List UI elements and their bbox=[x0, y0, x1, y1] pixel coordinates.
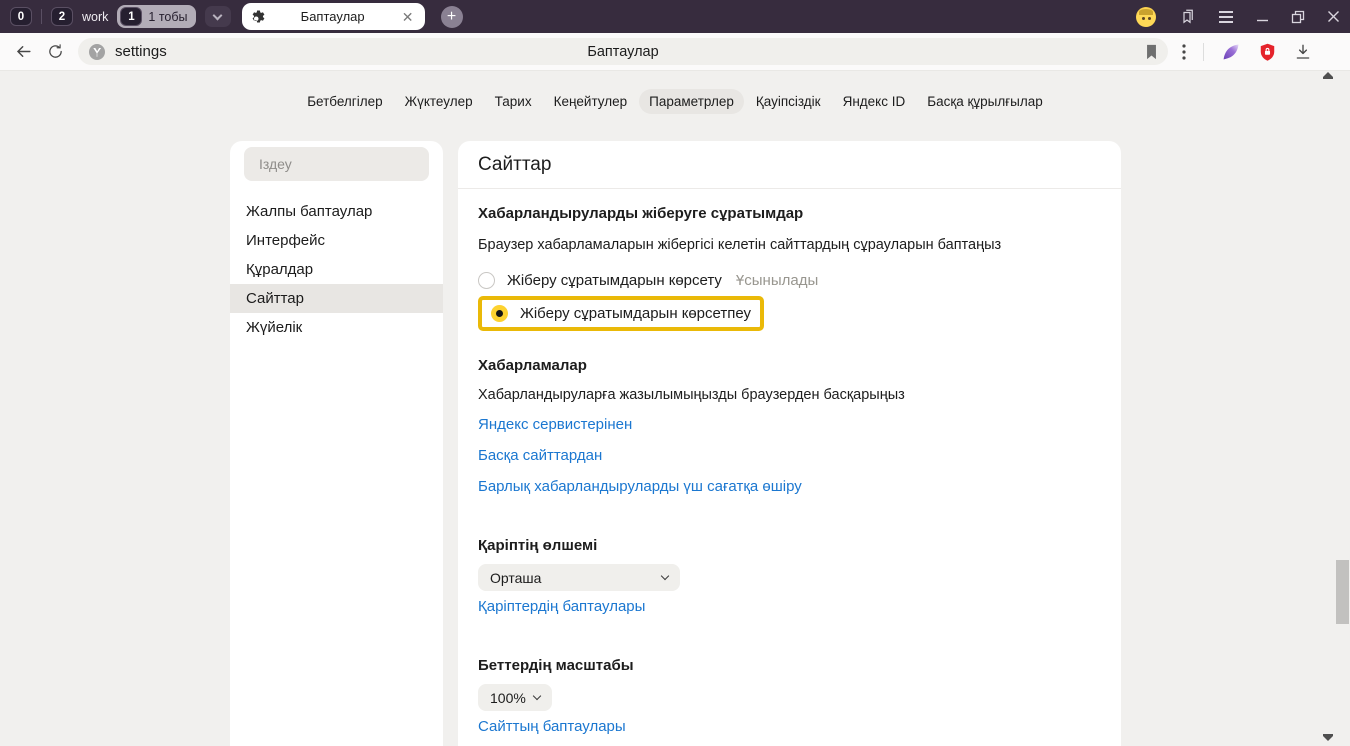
nav-tab-other-devices[interactable]: Басқа құрылғылар bbox=[917, 89, 1053, 114]
download-icon[interactable] bbox=[1294, 43, 1312, 61]
radio-show-label[interactable]: Жіберу сұратымдарын көрсету bbox=[507, 272, 722, 289]
nav-tab-history[interactable]: Тарих bbox=[485, 89, 542, 114]
radio-selected-icon[interactable] bbox=[491, 305, 508, 322]
font-size-select[interactable]: Орташа bbox=[478, 564, 680, 591]
toolbar-divider bbox=[1203, 43, 1204, 61]
chevron-down-icon bbox=[213, 10, 223, 20]
site-favicon bbox=[88, 43, 106, 61]
settings-nav: Бетбелгілер Жүктеулер Тарих Кеңейтулер П… bbox=[0, 89, 1350, 114]
bookmark-icon[interactable] bbox=[1144, 44, 1159, 60]
active-group-label: 1 тобы bbox=[148, 10, 187, 24]
scroll-down-arrow[interactable] bbox=[1323, 736, 1333, 741]
font-size-value: Орташа bbox=[490, 570, 541, 586]
active-group-count: 1 bbox=[120, 7, 142, 26]
chevron-down-icon bbox=[661, 572, 669, 580]
link-mute-all-3h[interactable]: Барлық хабарландыруларды үш сағатқа өшір… bbox=[478, 477, 802, 497]
sidebar-item-tools[interactable]: Құралдар bbox=[230, 255, 443, 284]
close-window-button[interactable] bbox=[1327, 10, 1340, 23]
menu-icon[interactable] bbox=[1218, 10, 1234, 24]
link-site-settings[interactable]: Сайттың баптаулары bbox=[478, 717, 626, 737]
radio-option-show-requests[interactable]: Жіберу сұратымдарын көрсету Ұсынылады bbox=[478, 270, 1101, 290]
profile-avatar[interactable] bbox=[1136, 7, 1156, 27]
address-bar[interactable]: settings Баптаулар bbox=[78, 38, 1168, 65]
tab-group-dropdown-button[interactable] bbox=[205, 6, 231, 27]
settings-content: Сайттар Хабарландыруларды жіберуге сұрат… bbox=[458, 141, 1121, 746]
font-size-heading: Қаріптің өлшемі bbox=[478, 537, 1101, 555]
sidebar-list: Жалпы баптаулар Интерфейс Құралдар Сайтт… bbox=[230, 197, 443, 342]
tab-group-work-label[interactable]: work bbox=[82, 10, 108, 24]
link-other-sites[interactable]: Басқа сайттардан bbox=[478, 446, 602, 466]
nav-tab-settings[interactable]: Параметрлер bbox=[639, 89, 744, 114]
new-tab-button[interactable]: + bbox=[441, 6, 463, 28]
active-tab-group[interactable]: 1 1 тобы bbox=[117, 5, 195, 28]
scrollbar-thumb[interactable] bbox=[1336, 560, 1349, 624]
protect-shield-icon[interactable] bbox=[1258, 42, 1277, 62]
nav-tab-bookmarks[interactable]: Бетбелгілер bbox=[297, 89, 392, 114]
toolbar: settings Баптаулар bbox=[0, 33, 1350, 71]
settings-sidebar: Жалпы баптаулар Интерфейс Құралдар Сайтт… bbox=[230, 141, 443, 746]
minimize-button[interactable] bbox=[1256, 10, 1269, 23]
tab-title: Баптаулар bbox=[266, 9, 400, 24]
highlight-annotation-box: Жіберу сұратымдарын көрсетпеу bbox=[478, 296, 764, 331]
nav-tab-security[interactable]: Қауіпсіздік bbox=[746, 89, 831, 114]
search-input[interactable] bbox=[257, 155, 416, 173]
tab-group-separator bbox=[41, 9, 42, 24]
browser-window: 0 2 work 1 1 тобы Баптаулар ✕ + bbox=[0, 0, 1350, 746]
notifications-description: Хабарландыруларға жазылымыңызды браузерд… bbox=[478, 386, 1101, 404]
more-options-icon[interactable] bbox=[1182, 44, 1186, 60]
sidebar-search[interactable] bbox=[244, 147, 429, 181]
page-zoom-value: 100% bbox=[490, 690, 526, 706]
titlebar: 0 2 work 1 1 тобы Баптаулар ✕ + bbox=[0, 0, 1350, 33]
feather-extension-icon[interactable] bbox=[1221, 42, 1241, 62]
notification-requests-heading: Хабарландыруларды жіберуге сұратымдар bbox=[478, 205, 1101, 223]
tab-groups: 0 2 work 1 1 тобы Баптаулар ✕ + bbox=[10, 3, 463, 30]
content-title: Сайттар bbox=[458, 141, 1121, 189]
page-title-centered: Баптаулар bbox=[78, 44, 1168, 60]
back-icon[interactable] bbox=[14, 42, 33, 61]
url-text: settings bbox=[115, 43, 167, 60]
sidebar-item-sites[interactable]: Сайттар bbox=[230, 284, 443, 313]
tab-close-icon[interactable]: ✕ bbox=[400, 10, 416, 24]
nav-tab-extensions[interactable]: Кеңейтулер bbox=[544, 89, 638, 114]
scroll-up-arrow[interactable] bbox=[1323, 72, 1333, 77]
gear-icon bbox=[251, 9, 266, 24]
radio-hide-label[interactable]: Жіберу сұратымдарын көрсетпеу bbox=[520, 305, 751, 322]
recommended-badge: Ұсынылады bbox=[736, 272, 818, 289]
link-yandex-services[interactable]: Яндекс сервистерінен bbox=[478, 415, 632, 435]
notification-requests-description: Браузер хабарламаларын жібергісі келетін… bbox=[478, 236, 1101, 254]
collections-icon[interactable] bbox=[1178, 8, 1196, 26]
notifications-heading: Хабарламалар bbox=[478, 357, 1101, 375]
titlebar-right bbox=[1136, 7, 1340, 27]
toolbar-actions bbox=[1182, 42, 1312, 62]
radio-unselected-icon[interactable] bbox=[478, 272, 495, 289]
page-zoom-heading: Беттердің масштабы bbox=[478, 657, 1101, 675]
tab-group-0[interactable]: 0 bbox=[10, 7, 32, 26]
link-font-settings[interactable]: Қаріптердің баптаулары bbox=[478, 597, 645, 617]
tab-group-work-count[interactable]: 2 bbox=[51, 7, 73, 26]
sidebar-item-general[interactable]: Жалпы баптаулар bbox=[230, 197, 443, 226]
sidebar-item-system[interactable]: Жүйелік bbox=[230, 313, 443, 342]
chevron-down-icon bbox=[533, 692, 541, 700]
nav-tab-yandex-id[interactable]: Яндекс ID bbox=[833, 89, 916, 114]
active-tab[interactable]: Баптаулар ✕ bbox=[242, 3, 425, 30]
nav-tab-downloads[interactable]: Жүктеулер bbox=[395, 89, 483, 114]
maximize-button[interactable] bbox=[1291, 10, 1305, 24]
sidebar-item-interface[interactable]: Интерфейс bbox=[230, 226, 443, 255]
reload-icon[interactable] bbox=[47, 43, 64, 60]
page-zoom-select[interactable]: 100% bbox=[478, 684, 552, 711]
